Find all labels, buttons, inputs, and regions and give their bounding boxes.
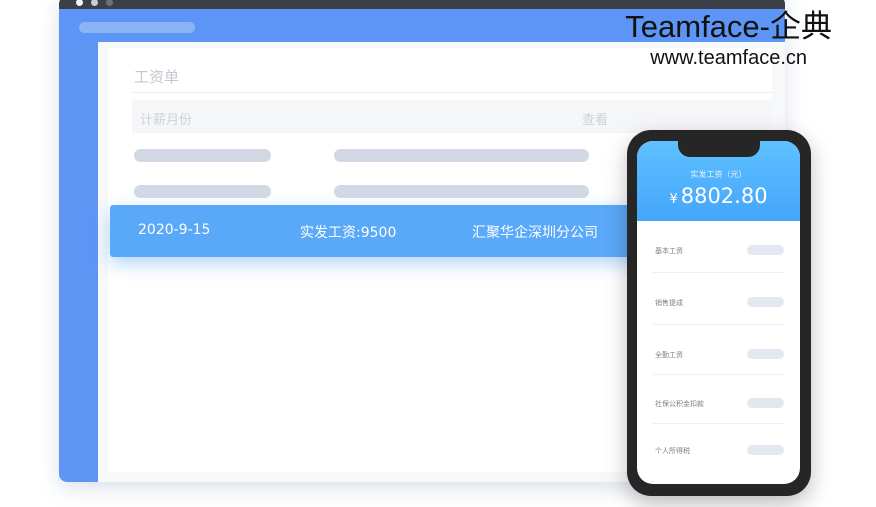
window-titlebar: [59, 0, 785, 9]
salary-item-value-placeholder: [747, 445, 784, 455]
view-link[interactable]: 查看: [582, 109, 608, 128]
salary-item-value-placeholder: [747, 297, 784, 307]
brand-watermark: Teamface-企典 www.teamface.cn: [625, 9, 832, 71]
brand-name: Teamface-企典: [625, 9, 832, 44]
header-placeholder: [79, 22, 195, 33]
divider: [132, 92, 772, 93]
divider: [652, 324, 785, 325]
table-header: 计薪月份 查看: [132, 100, 772, 133]
window-close-dot[interactable]: [76, 0, 83, 6]
salary-item-label: 销售提成: [655, 299, 683, 307]
divider: [652, 374, 785, 375]
salary-item-commission[interactable]: 销售提成: [637, 278, 800, 327]
salary-item-label: 基本工资: [655, 247, 683, 255]
skeleton-row: [134, 149, 271, 162]
salary-item-value-placeholder: [747, 245, 784, 255]
salary-item-income-tax[interactable]: 个人所得税: [637, 429, 800, 478]
phone-screen: 实发工资（元） ¥8802.80 基本工资 销售提成 全勤工资 社保公积金扣款 …: [637, 141, 800, 484]
phone-notch: [678, 141, 760, 157]
net-salary-label: 实发工资（元）: [690, 170, 747, 179]
record-company: 汇聚华企深圳分公司: [472, 225, 598, 241]
salary-item-label: 社保公积金扣款: [655, 400, 704, 408]
sidebar: [59, 42, 98, 482]
record-date: 2020-9-15: [138, 222, 211, 238]
brand-url: www.teamface.cn: [650, 47, 807, 69]
net-salary-amount: ¥8802.80: [637, 184, 800, 208]
skeleton-row: [334, 185, 589, 198]
payslip-record-row[interactable]: 2020-9-15 实发工资:9500 汇聚华企深圳分公司: [110, 205, 670, 257]
window-maximize-dot[interactable]: [106, 0, 113, 6]
record-net-salary: 实发工资:9500: [300, 225, 397, 241]
salary-item-value-placeholder: [747, 349, 784, 359]
column-header-pay-month: 计薪月份: [140, 113, 193, 128]
salary-item-social-insurance[interactable]: 社保公积金扣款: [637, 380, 800, 429]
window-minimize-dot[interactable]: [91, 0, 98, 6]
page-title: 工资单: [134, 68, 180, 86]
salary-item-basic[interactable]: 基本工资: [637, 229, 800, 278]
amount-value: 8802.80: [680, 184, 768, 208]
salary-item-attendance[interactable]: 全勤工资: [637, 330, 800, 379]
divider: [652, 423, 785, 424]
salary-item-label: 全勤工资: [655, 351, 683, 359]
currency-symbol: ¥: [669, 192, 678, 207]
salary-item-value-placeholder: [747, 398, 784, 408]
skeleton-row: [134, 185, 271, 198]
divider: [652, 272, 785, 273]
skeleton-row: [334, 149, 589, 162]
salary-item-label: 个人所得税: [655, 447, 690, 455]
phone-mockup: 实发工资（元） ¥8802.80 基本工资 销售提成 全勤工资 社保公积金扣款 …: [627, 130, 811, 496]
